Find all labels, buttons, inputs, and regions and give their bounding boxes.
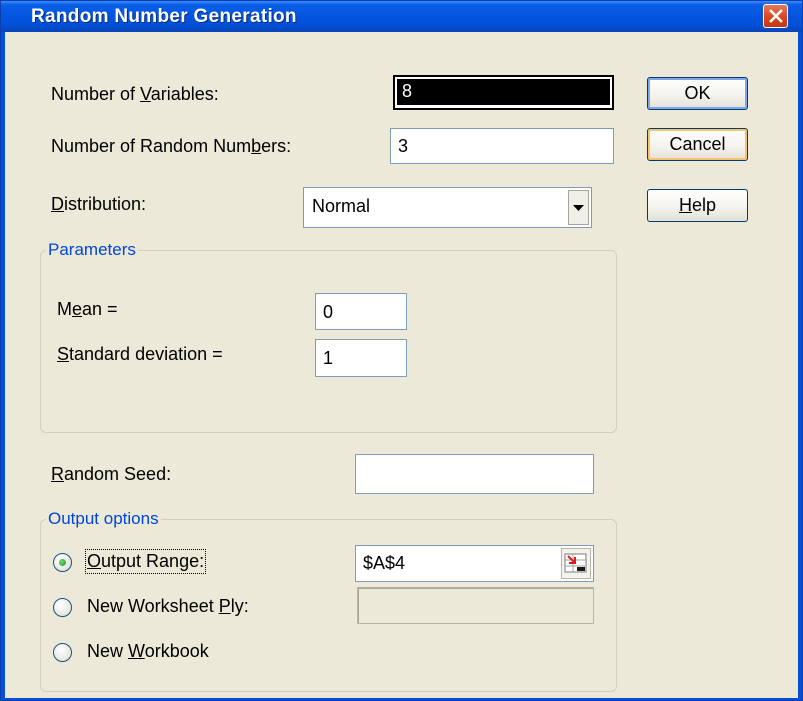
- new-workbook-label[interactable]: New Workbook: [87, 641, 209, 662]
- output-range-label[interactable]: Output Range:: [84, 549, 207, 574]
- mean-label: Mean =: [57, 299, 118, 319]
- new-worksheet-ply-input[interactable]: [357, 587, 594, 624]
- distribution-label: Distribution:: [51, 194, 147, 214]
- num-random-label: Number of Random Numbers:: [51, 136, 292, 156]
- num-random-input[interactable]: 3: [390, 128, 614, 164]
- dialog-title: Random Number Generation: [31, 6, 297, 27]
- chevron-down-icon: [573, 205, 584, 211]
- random-seed-input[interactable]: [355, 454, 594, 494]
- output-range-input[interactable]: $A$4: [355, 545, 594, 582]
- distribution-select[interactable]: Normal: [303, 187, 592, 228]
- new-worksheet-ply-radio[interactable]: [53, 598, 72, 617]
- new-workbook-radio[interactable]: [53, 643, 72, 662]
- collapse-dialog-icon: [564, 553, 587, 573]
- num-random-value: 3: [398, 136, 409, 156]
- num-variables-input[interactable]: 8: [393, 75, 614, 110]
- help-button-label: elp: [691, 195, 717, 215]
- parameters-group-title: Parameters: [46, 240, 138, 260]
- ok-button[interactable]: OK: [647, 77, 748, 110]
- dialog-window: Random Number Generation Number of Varia…: [0, 0, 803, 701]
- title-bar[interactable]: Random Number Generation: [1, 1, 802, 32]
- output-range-radio[interactable]: [53, 553, 72, 572]
- dialog-body: Number of Variables: 8 Number of Random …: [5, 32, 798, 698]
- cancel-button[interactable]: Cancel: [647, 128, 748, 161]
- std-dev-value: 1: [323, 348, 334, 368]
- help-button-key: H: [678, 195, 692, 215]
- num-variables-value: 8: [397, 79, 610, 105]
- new-worksheet-ply-label[interactable]: New Worksheet Ply:: [87, 596, 249, 617]
- random-seed-label: Random Seed:: [51, 464, 172, 484]
- output-range-value: $A$4: [363, 553, 406, 573]
- output-options-group-title: Output options: [46, 509, 161, 529]
- distribution-dropdown-button[interactable]: [568, 190, 589, 225]
- range-select-button[interactable]: [561, 548, 591, 579]
- close-button[interactable]: [763, 4, 788, 28]
- help-button[interactable]: Help: [647, 189, 748, 222]
- num-variables-label: Number of Variables:: [51, 84, 219, 104]
- window-frame-right: [798, 32, 802, 700]
- mean-input[interactable]: 0: [315, 293, 407, 330]
- std-dev-input[interactable]: 1: [315, 339, 407, 377]
- std-dev-label: Standard deviation =: [57, 344, 223, 364]
- radio-selected-dot: [59, 559, 66, 566]
- mean-value: 0: [323, 302, 334, 322]
- close-icon: [769, 9, 783, 23]
- distribution-value: Normal: [312, 196, 371, 216]
